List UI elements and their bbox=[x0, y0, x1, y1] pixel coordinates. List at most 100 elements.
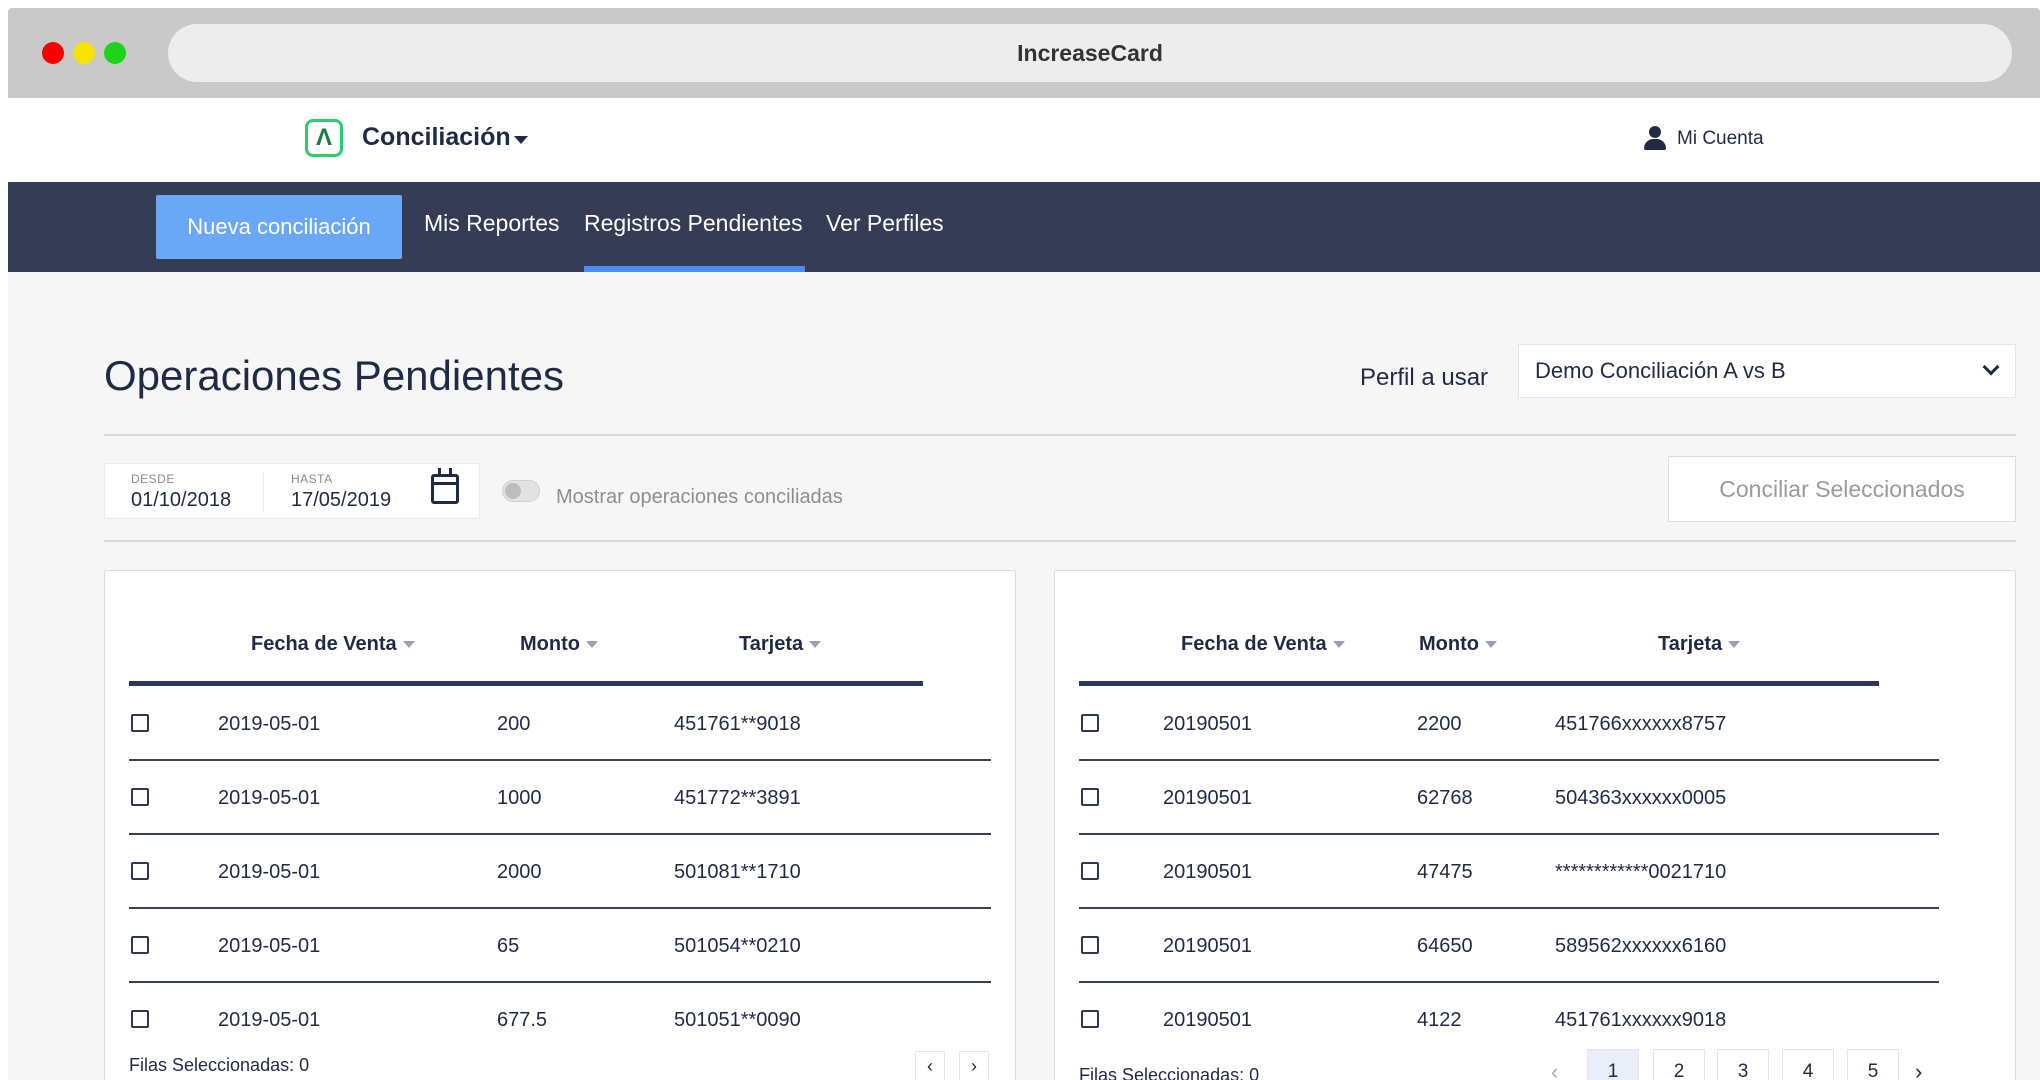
cell-fecha: 2019-05-01 bbox=[218, 935, 321, 957]
chevron-down-icon bbox=[1982, 358, 2000, 376]
cell-tarjeta: 501081**1710 bbox=[674, 861, 801, 883]
next-page-button[interactable]: › bbox=[1915, 1059, 1922, 1080]
app-switcher-label[interactable]: Conciliación bbox=[362, 123, 511, 152]
row-checkbox[interactable] bbox=[131, 862, 149, 880]
page-button-5[interactable]: 5 bbox=[1847, 1049, 1899, 1080]
right-table-panel: Fecha de Venta Monto Tarjeta 20190501 22… bbox=[1054, 570, 2016, 1080]
date-from-label: DESDE bbox=[131, 472, 175, 486]
date-to-field[interactable]: 17/05/2019 bbox=[291, 489, 391, 512]
sort-icon bbox=[402, 641, 415, 649]
row-checkbox[interactable] bbox=[1081, 714, 1099, 732]
cell-tarjeta: 451761**9018 bbox=[674, 713, 801, 735]
sort-icon bbox=[1728, 641, 1741, 649]
page-button-2[interactable]: 2 bbox=[1653, 1049, 1705, 1080]
account-label: Mi Cuenta bbox=[1677, 128, 1764, 149]
cell-fecha: 2019-05-01 bbox=[218, 1009, 321, 1031]
selected-rows-count: Filas Seleccionadas: 0 bbox=[1079, 1065, 1260, 1080]
cell-monto: 1000 bbox=[497, 787, 542, 809]
table-row[interactable]: 2019-05-01 200 451761**9018 bbox=[129, 687, 991, 761]
calendar-icon[interactable] bbox=[431, 468, 459, 504]
profile-select[interactable]: Demo Conciliación A vs B bbox=[1518, 344, 2016, 398]
row-checkbox[interactable] bbox=[1081, 862, 1099, 880]
cell-fecha: 20190501 bbox=[1163, 935, 1252, 957]
cell-fecha: 20190501 bbox=[1163, 787, 1252, 809]
account-menu[interactable]: Mi Cuenta bbox=[1643, 126, 1764, 152]
date-separator bbox=[263, 472, 264, 512]
row-checkbox[interactable] bbox=[131, 1010, 149, 1028]
table-row[interactable]: 20190501 64650 589562xxxxxx6160 bbox=[1079, 909, 1939, 983]
header-monto[interactable]: Monto bbox=[1419, 633, 1497, 656]
header-label: Monto bbox=[1419, 633, 1479, 655]
page-button-1[interactable]: 1 bbox=[1587, 1049, 1639, 1080]
prev-page-button[interactable]: ‹ bbox=[1551, 1059, 1558, 1080]
close-window-dot[interactable] bbox=[42, 42, 64, 64]
row-checkbox[interactable] bbox=[131, 714, 149, 732]
cell-monto: 62768 bbox=[1417, 787, 1473, 809]
cell-fecha: 2019-05-01 bbox=[218, 713, 321, 735]
header-tarjeta[interactable]: Tarjeta bbox=[739, 633, 822, 656]
table-row[interactable]: 2019-05-01 1000 451772**3891 bbox=[129, 761, 991, 835]
cell-tarjeta: 451761xxxxxx9018 bbox=[1555, 1009, 1727, 1031]
page-button-4[interactable]: 4 bbox=[1782, 1049, 1834, 1080]
table-row[interactable]: 20190501 4122 451761xxxxxx9018 bbox=[1079, 983, 1939, 1057]
table-row[interactable]: 2019-05-01 2000 501081**1710 bbox=[129, 835, 991, 909]
profile-label: Perfil a usar bbox=[1360, 364, 1489, 391]
caret-down-icon[interactable] bbox=[514, 136, 528, 144]
table-row[interactable]: 2019-05-01 65 501054**0210 bbox=[129, 909, 991, 983]
date-range-picker[interactable]: DESDE 01/10/2018 HASTA 17/05/2019 bbox=[104, 463, 480, 519]
header-label: Tarjeta bbox=[739, 633, 804, 655]
header-fecha-de-venta[interactable]: Fecha de Venta bbox=[1181, 633, 1345, 656]
address-bar[interactable]: IncreaseCard bbox=[168, 24, 2012, 82]
divider bbox=[104, 540, 2016, 542]
tab-registros-pendientes[interactable]: Registros Pendientes bbox=[584, 210, 803, 237]
new-reconciliation-button[interactable]: Nueva conciliación bbox=[156, 195, 402, 259]
app-logo-icon: Λ bbox=[305, 119, 343, 157]
table-row[interactable]: 20190501 2200 451766xxxxxx8757 bbox=[1079, 687, 1939, 761]
toggle-knob bbox=[505, 483, 521, 499]
minimize-window-dot[interactable] bbox=[73, 42, 95, 64]
active-tab-indicator bbox=[584, 266, 805, 272]
row-checkbox[interactable] bbox=[131, 788, 149, 806]
cell-monto: 47475 bbox=[1417, 861, 1473, 883]
cell-fecha: 20190501 bbox=[1163, 1009, 1252, 1031]
sort-icon bbox=[585, 641, 598, 649]
date-to-label: HASTA bbox=[291, 472, 333, 486]
header-label: Fecha de Venta bbox=[251, 633, 397, 655]
row-checkbox[interactable] bbox=[1081, 1010, 1099, 1028]
header-monto[interactable]: Monto bbox=[520, 633, 598, 656]
table-row[interactable]: 2019-05-01 677.5 501051**0090 bbox=[129, 983, 991, 1057]
browser-window: IncreaseCard Λ Conciliación Mi Cuenta Nu… bbox=[8, 8, 2040, 1080]
table-row[interactable]: 20190501 47475 ************0021710 bbox=[1079, 835, 1939, 909]
header-fecha-de-venta[interactable]: Fecha de Venta bbox=[251, 633, 415, 656]
row-checkbox[interactable] bbox=[131, 936, 149, 954]
cell-tarjeta: 501051**0090 bbox=[674, 1009, 801, 1031]
maximize-window-dot[interactable] bbox=[104, 42, 126, 64]
row-checkbox[interactable] bbox=[1081, 788, 1099, 806]
cell-tarjeta: 504363xxxxxx0005 bbox=[1555, 787, 1727, 809]
cell-monto: 200 bbox=[497, 713, 531, 735]
header-underline bbox=[129, 681, 923, 686]
show-reconciled-toggle[interactable] bbox=[502, 480, 540, 502]
cell-fecha: 20190501 bbox=[1163, 861, 1252, 883]
sort-icon bbox=[1332, 641, 1345, 649]
date-from-field[interactable]: 01/10/2018 bbox=[131, 489, 231, 512]
row-checkbox[interactable] bbox=[1081, 936, 1099, 954]
header-label: Tarjeta bbox=[1658, 633, 1723, 655]
cell-tarjeta: 501054**0210 bbox=[674, 935, 801, 957]
cell-monto: 65 bbox=[497, 935, 520, 957]
cell-monto: 2000 bbox=[497, 861, 542, 883]
tab-ver-perfiles[interactable]: Ver Perfiles bbox=[826, 210, 944, 237]
page-button-3[interactable]: 3 bbox=[1717, 1049, 1769, 1080]
cell-tarjeta: ************0021710 bbox=[1555, 861, 1727, 883]
reconcile-selected-button[interactable]: Conciliar Seleccionados bbox=[1668, 456, 2016, 522]
next-page-button[interactable]: › bbox=[959, 1051, 989, 1080]
sort-icon bbox=[1484, 641, 1497, 649]
cell-monto: 2200 bbox=[1417, 713, 1462, 735]
tab-mis-reportes[interactable]: Mis Reportes bbox=[424, 210, 559, 237]
cell-fecha: 2019-05-01 bbox=[218, 787, 321, 809]
header-tarjeta[interactable]: Tarjeta bbox=[1658, 633, 1741, 656]
profile-select-value: Demo Conciliación A vs B bbox=[1535, 358, 1786, 383]
cell-tarjeta: 451772**3891 bbox=[674, 787, 801, 809]
table-row[interactable]: 20190501 62768 504363xxxxxx0005 bbox=[1079, 761, 1939, 835]
prev-page-button[interactable]: ‹ bbox=[915, 1051, 945, 1080]
